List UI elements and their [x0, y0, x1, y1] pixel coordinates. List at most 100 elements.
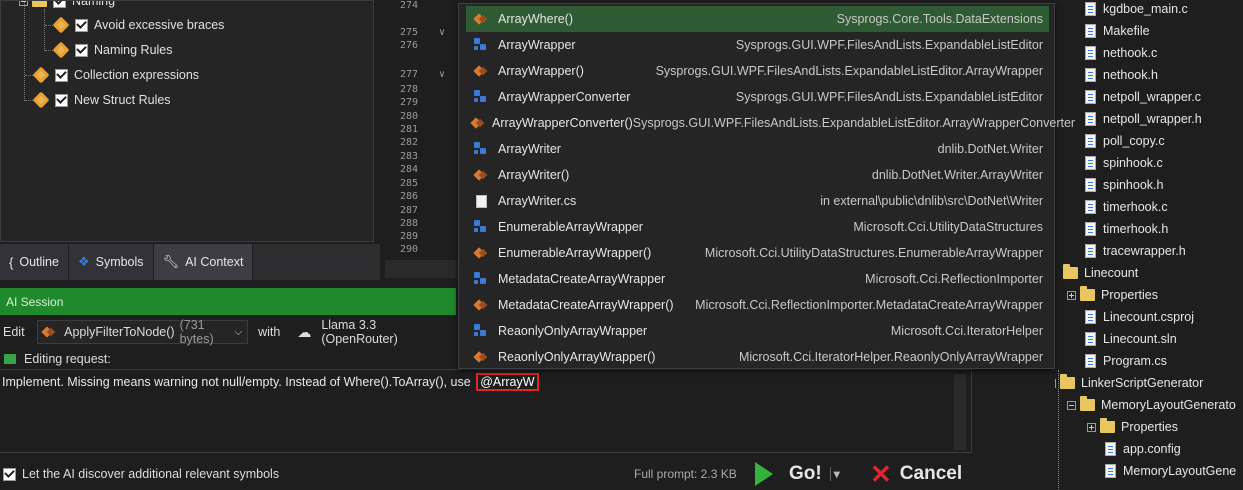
solution-folder[interactable]: Properties — [1067, 284, 1158, 306]
solution-file[interactable]: app.config — [1105, 438, 1181, 460]
solution-file[interactable]: Linecount.sln — [1085, 328, 1177, 350]
solution-file[interactable]: Program.cs — [1085, 350, 1167, 372]
method-icon — [472, 171, 490, 179]
tab-outline[interactable]: { Outline — [0, 244, 69, 280]
fold-chevron-icon[interactable]: ∨ — [439, 69, 445, 80]
solution-file[interactable]: MemoryLayoutGene — [1105, 460, 1236, 482]
method-icon — [472, 15, 490, 23]
completion-namespace: Sysprogs.GUI.WPF.FilesAndLists.Expandabl… — [735, 38, 1043, 52]
collapse-icon[interactable] — [1055, 378, 1056, 388]
solution-file[interactable]: netpoll_wrapper.h — [1085, 108, 1202, 130]
class-icon — [472, 220, 490, 234]
solution-folder[interactable]: Properties — [1087, 416, 1178, 438]
solution-file[interactable]: kgdboe_main.c — [1085, 0, 1188, 20]
completion-item[interactable]: MetadataCreateArrayWrapper Microsoft.Cci.… — [466, 266, 1049, 292]
solution-item-label: kgdboe_main.c — [1103, 2, 1188, 16]
checkbox[interactable] — [55, 93, 68, 107]
solution-file[interactable]: Makefile — [1085, 20, 1150, 42]
solution-folder[interactable]: Linecount — [1063, 262, 1138, 284]
solution-item-label: Linecount.sln — [1103, 332, 1177, 346]
model-select[interactable]: ☁ Llama 3.3 (OpenRouter) — [292, 318, 450, 346]
solution-file[interactable]: nethook.c — [1085, 42, 1157, 64]
completion-item[interactable]: ArrayWriter dnlib.DotNet.Writer — [466, 136, 1049, 162]
file-icon — [1085, 156, 1096, 170]
tree-item-naming-rules[interactable]: Naming Rules — [52, 39, 173, 61]
solution-item-label: Linecount — [1084, 266, 1139, 280]
solution-file[interactable]: nethook.h — [1085, 64, 1158, 86]
completion-item[interactable]: EnumerableArrayWrapper Microsoft.Cci.Util… — [466, 214, 1049, 240]
tree-item-naming[interactable]: Naming — [19, 1, 115, 12]
completion-item[interactable]: MetadataCreateArrayWrapper() Microsoft.Cc… — [466, 292, 1049, 318]
completion-item[interactable]: EnumerableArrayWrapper() Microsoft.Cci.Ut… — [466, 240, 1049, 266]
expand-icon[interactable] — [1067, 290, 1076, 300]
session-title: AI Session — [6, 294, 64, 309]
file-icon — [1085, 222, 1096, 236]
rule-icon — [52, 41, 70, 59]
file-icon — [1105, 464, 1116, 478]
solution-file[interactable]: Linecount.csproj — [1085, 306, 1194, 328]
solution-file[interactable]: poll_copy.c — [1085, 130, 1165, 152]
tree-item-collection-expressions[interactable]: Collection expressions — [32, 64, 199, 86]
dropdown-arrow-icon[interactable]: ▾ — [829, 467, 840, 481]
file-icon — [1085, 112, 1096, 126]
comment-icon — [4, 354, 16, 364]
completion-name: ArrayWhere() — [498, 12, 574, 26]
method-icon — [43, 328, 53, 336]
line-number: 278 — [400, 84, 419, 95]
class-icon — [472, 324, 490, 338]
solution-item-label: timerhook.h — [1103, 222, 1169, 236]
completion-item[interactable]: ReaonlyOnlyArrayWrapper Microsoft.Cci.Ite… — [466, 318, 1049, 344]
line-number: 280 — [400, 111, 419, 122]
checkbox[interactable] — [75, 43, 88, 57]
completion-name: ReaonlyOnlyArrayWrapper — [498, 324, 648, 338]
symbol-mention[interactable]: @ArrayW — [476, 373, 539, 391]
completion-item[interactable]: ArrayWrapperConverter Sysprogs.GUI.WPF.Fi… — [466, 84, 1049, 110]
checkbox[interactable] — [53, 1, 66, 8]
discover-checkbox[interactable] — [3, 467, 16, 481]
solution-file[interactable]: netpoll_wrapper.c — [1085, 86, 1201, 108]
solution-file[interactable]: timerhook.h — [1085, 218, 1168, 240]
completion-item[interactable]: ArrayWhere() Sysprogs.Core.Tools.DataExte… — [466, 6, 1049, 32]
vertical-scrollbar[interactable] — [954, 374, 966, 450]
request-textbox[interactable]: Implement. Missing means warning not nul… — [0, 369, 972, 453]
go-button[interactable]: Go! ▾ — [755, 458, 840, 490]
completion-item[interactable]: ArrayWrapper Sysprogs.GUI.WPF.FilesAndLis… — [466, 32, 1049, 58]
tab-ai-context[interactable]: 🔧︎ AI Context — [153, 244, 254, 280]
completion-name: MetadataCreateArrayWrapper — [498, 272, 666, 286]
tab-label: AI Context — [185, 255, 244, 269]
tree-item-avoid-braces[interactable]: Avoid excessive braces — [52, 14, 224, 36]
solution-folder[interactable]: MemoryLayoutGenerato — [1067, 394, 1236, 416]
solution-item-label: MemoryLayoutGenerato — [1101, 398, 1236, 412]
completion-item[interactable]: ArrayWriter.cs in external\public\dnlib\s… — [466, 188, 1049, 214]
file-icon — [1085, 46, 1096, 60]
expand-icon[interactable] — [1087, 422, 1096, 432]
solution-file[interactable]: spinhook.h — [1085, 174, 1163, 196]
completion-item[interactable]: ReaonlyOnlyArrayWrapper() Microsoft.Cci.I… — [466, 344, 1049, 370]
symbol-completion-popup[interactable]: ArrayWhere() Sysprogs.Core.Tools.DataExte… — [458, 3, 1075, 370]
completion-name: ArrayWrapper — [498, 38, 576, 52]
method-icon — [472, 249, 490, 257]
horizontal-scrollbar[interactable] — [385, 260, 457, 278]
tree-item-new-struct-rules[interactable]: New Struct Rules — [32, 89, 171, 111]
collapse-icon[interactable] — [19, 1, 28, 6]
cancel-button[interactable]: ✕ Cancel — [870, 458, 962, 490]
line-number: 289 — [400, 231, 419, 242]
solution-file[interactable]: timerhook.c — [1085, 196, 1168, 218]
completion-item[interactable]: ArrayWriter() dnlib.DotNet.Writer.ArrayWr… — [466, 162, 1049, 188]
collapse-icon[interactable] — [1067, 400, 1076, 410]
fold-chevron-icon[interactable]: ∨ — [439, 27, 445, 38]
target-function-select[interactable]: ApplyFilterToNode() (731 bytes) ⌵ — [36, 318, 249, 346]
file-icon — [1085, 68, 1096, 82]
checkbox[interactable] — [55, 68, 68, 82]
solution-file[interactable]: spinhook.c — [1085, 152, 1163, 174]
completion-item[interactable]: ArrayWrapper() Sysprogs.GUI.WPF.FilesAndL… — [466, 58, 1049, 84]
completion-name: ArrayWrapper() — [498, 64, 584, 78]
line-number: 274 — [400, 0, 419, 11]
tab-symbols[interactable]: ❖ Symbols — [68, 244, 154, 280]
completion-item[interactable]: ArrayWrapperConverter() Sysprogs.GUI.WPF.… — [466, 110, 1075, 136]
solution-file[interactable]: tracewrapper.h — [1085, 240, 1186, 262]
solution-folder[interactable]: LinkerScriptGenerator — [1055, 372, 1203, 394]
file-icon — [1085, 178, 1096, 192]
play-icon — [755, 462, 773, 486]
checkbox[interactable] — [75, 18, 88, 32]
